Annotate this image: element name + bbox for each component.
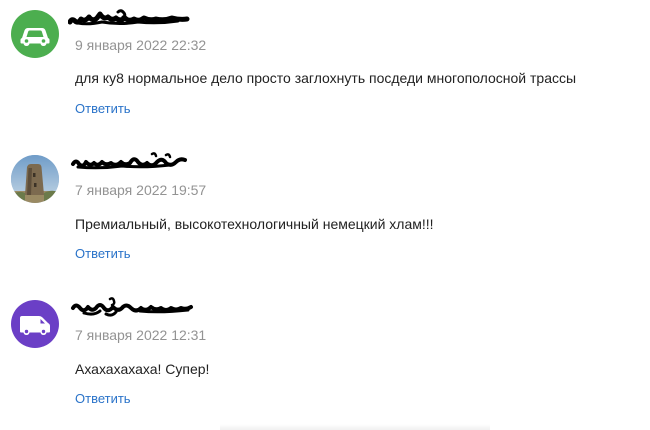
avatar[interactable] [11, 10, 59, 58]
comment-date: 9 января 2022 22:32 [75, 37, 207, 53]
tower-photo-icon [11, 155, 59, 203]
redacted-scribble-icon [71, 297, 193, 317]
author-name[interactable] [70, 150, 190, 176]
avatar[interactable] [11, 300, 59, 348]
comment-text: Ахахахахаха! Супер! [75, 361, 210, 377]
scroll-shadow [220, 424, 490, 430]
comment-text: для ку8 нормальное дело просто заглохнут… [75, 70, 577, 86]
redacted-scribble-icon [71, 152, 187, 170]
comment-date: 7 января 2022 19:57 [75, 182, 207, 198]
reply-button[interactable]: Ответить [75, 246, 131, 261]
author-name[interactable] [67, 5, 190, 31]
van-icon [20, 316, 50, 335]
author-name[interactable] [70, 295, 196, 321]
avatar[interactable] [11, 155, 59, 203]
redacted-scribble-icon [67, 9, 190, 26]
car-icon [20, 28, 50, 46]
reply-button[interactable]: Ответить [75, 391, 131, 406]
comment-text: Премиальный, высокотехнологичный немецки… [75, 216, 434, 232]
reply-button[interactable]: Ответить [75, 101, 131, 116]
comment-date: 7 января 2022 12:31 [75, 327, 207, 343]
